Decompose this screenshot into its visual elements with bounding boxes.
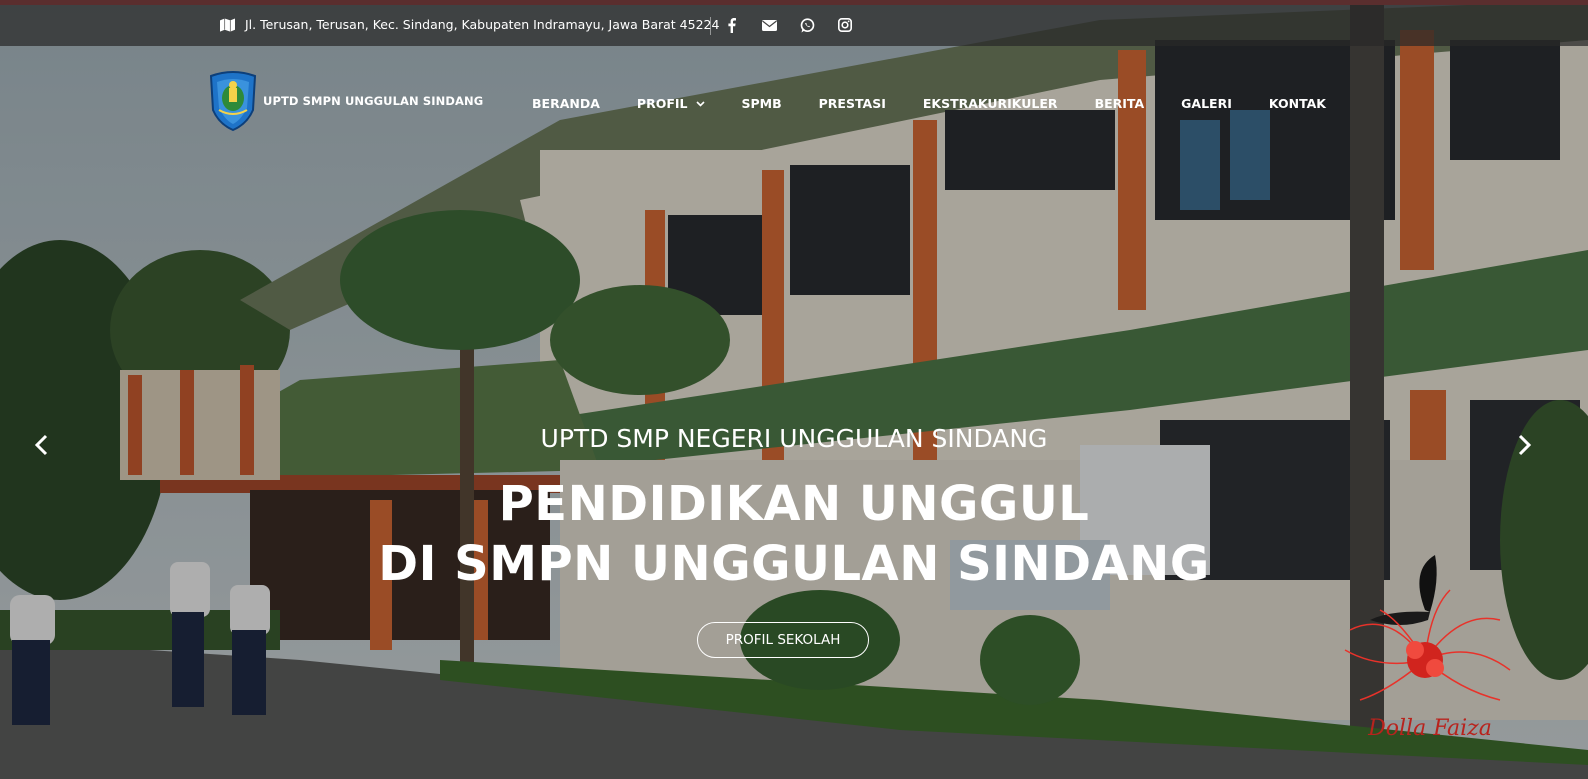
envelope-icon[interactable] — [760, 16, 778, 34]
address: Jl. Terusan, Terusan, Kec. Sindang, Kabu… — [220, 17, 719, 32]
nav-item-berita[interactable]: BERITA — [1095, 96, 1145, 111]
top-info-bar: Jl. Terusan, Terusan, Kec. Sindang, Kabu… — [0, 5, 1588, 46]
nav-item-prestasi[interactable]: PRESTASI — [819, 96, 886, 111]
hero-subtitle: UPTD SMP NEGERI UNGGULAN SINDANG — [540, 424, 1048, 453]
nav-item-galeri[interactable]: GALERI — [1181, 96, 1232, 111]
topbar-divider — [710, 17, 711, 35]
logo-text: UPTD SMPN UNGGULAN SINDANG — [263, 94, 484, 108]
whatsapp-icon[interactable] — [798, 16, 816, 34]
slider-next-arrow-icon[interactable] — [1512, 432, 1536, 458]
hero-title-line-1: PENDIDIKAN UNGGUL — [498, 476, 1090, 532]
nav-item-kontak[interactable]: KONTAK — [1269, 96, 1326, 111]
facebook-icon[interactable] — [722, 16, 740, 34]
map-icon — [220, 17, 235, 32]
nav-item-spmb[interactable]: SPMB — [742, 96, 782, 111]
nav-item-ekstrakurikuler[interactable]: EKSTRAKURIKULER — [923, 96, 1058, 111]
top-accent-line — [0, 0, 1588, 5]
butterfly-flower-watermark: Dolla Faiza — [1344, 555, 1511, 741]
nav-item-beranda[interactable]: BERANDA — [532, 96, 600, 111]
main-nav: BERANDA PROFIL SPMB PRESTASI EKSTRAKURIK… — [532, 96, 1326, 111]
chevron-down-icon — [695, 100, 705, 107]
nav-item-profil[interactable]: PROFIL — [637, 96, 705, 111]
site-logo[interactable]: UPTD SMPN UNGGULAN SINDANG — [207, 70, 483, 132]
watermark-signature: Dolla Faiza — [1367, 716, 1492, 741]
nav-item-profil-label: PROFIL — [636, 96, 688, 111]
address-text: Jl. Terusan, Terusan, Kec. Sindang, Kabu… — [245, 17, 720, 32]
school-emblem-icon — [209, 71, 257, 132]
social-links — [722, 16, 854, 34]
profil-sekolah-button[interactable]: PROFIL SEKOLAH — [697, 622, 869, 658]
slider-prev-arrow-icon[interactable] — [30, 432, 54, 458]
instagram-icon[interactable] — [836, 16, 854, 34]
